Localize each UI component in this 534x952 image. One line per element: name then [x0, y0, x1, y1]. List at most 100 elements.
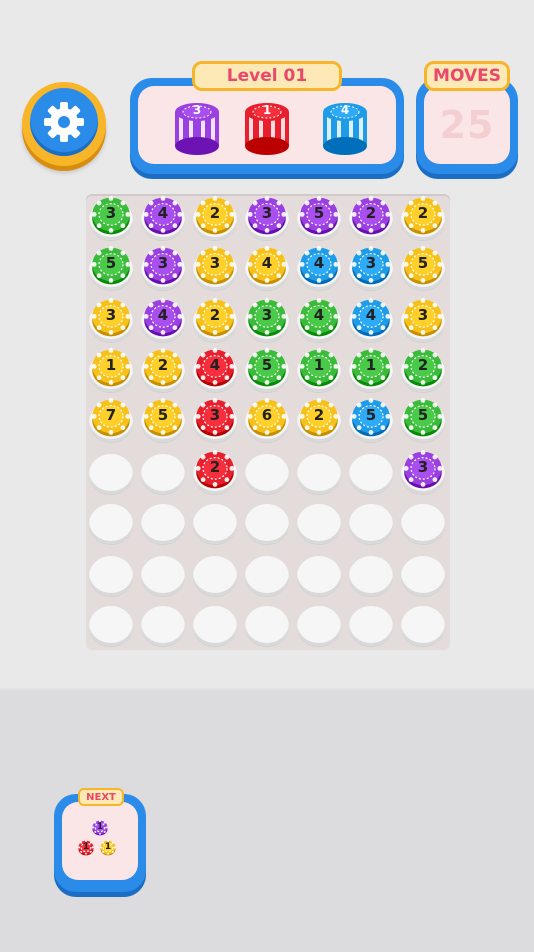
chip[interactable]: 4	[143, 298, 183, 338]
board-slot[interactable]	[89, 454, 133, 494]
board-slot[interactable]	[297, 556, 341, 596]
board-slot[interactable]	[89, 556, 133, 596]
chip[interactable]: 2	[195, 450, 235, 490]
moves-title: MOVES	[424, 61, 510, 91]
chip[interactable]: 4	[299, 246, 339, 286]
chip-value: 3	[157, 254, 169, 272]
board-slot[interactable]	[245, 454, 289, 494]
chip-value: 2	[417, 356, 429, 374]
board-slot[interactable]	[245, 606, 289, 646]
board-slot[interactable]	[141, 454, 185, 494]
chip[interactable]: 5	[299, 196, 339, 236]
next-piece-panel[interactable]: 1 1 1	[54, 794, 146, 892]
chip-value: 2	[209, 204, 221, 222]
chip-value: 3	[209, 254, 221, 272]
target-stack-2: 1	[244, 100, 290, 155]
chip-value: 3	[417, 306, 429, 324]
chip[interactable]: 5	[91, 246, 131, 286]
chip[interactable]: 1	[91, 348, 131, 388]
next-chip-value: 1	[96, 822, 104, 832]
chip[interactable]: 5	[247, 348, 287, 388]
chip[interactable]: 3	[403, 450, 443, 490]
chip-value: 3	[105, 306, 117, 324]
chip[interactable]: 3	[195, 398, 235, 438]
chip[interactable]: 4	[299, 298, 339, 338]
board-slot[interactable]	[141, 606, 185, 646]
board-slot[interactable]	[297, 504, 341, 544]
chip[interactable]: 4	[143, 196, 183, 236]
chip[interactable]: 5	[143, 398, 183, 438]
chip[interactable]: 5	[403, 246, 443, 286]
chip[interactable]: 3	[91, 298, 131, 338]
targets-area: 3 1 4	[138, 86, 396, 164]
board-slot[interactable]	[401, 504, 445, 544]
chip[interactable]: 2	[195, 298, 235, 338]
board-slot[interactable]	[245, 556, 289, 596]
chip[interactable]: 3	[247, 298, 287, 338]
chip[interactable]: 3	[403, 298, 443, 338]
settings-button[interactable]	[22, 82, 106, 166]
chip[interactable]: 7	[91, 398, 131, 438]
board-slot[interactable]	[401, 556, 445, 596]
chip-value: 3	[261, 204, 273, 222]
level-title: Level 01	[192, 61, 342, 91]
chip[interactable]: 1	[299, 348, 339, 388]
gear-icon	[44, 102, 84, 142]
board-slot[interactable]	[89, 606, 133, 646]
chip-value: 4	[157, 204, 169, 222]
board-slot[interactable]	[297, 454, 341, 494]
chip[interactable]: 4	[195, 348, 235, 388]
chip[interactable]: 3	[351, 246, 391, 286]
chip[interactable]: 2	[299, 398, 339, 438]
chip[interactable]: 2	[403, 348, 443, 388]
chip-value: 1	[105, 356, 117, 374]
chip-value: 2	[365, 204, 377, 222]
chip[interactable]: 2	[403, 196, 443, 236]
chip[interactable]: 3	[91, 196, 131, 236]
chip[interactable]: 5	[403, 398, 443, 438]
chip[interactable]: 1	[351, 348, 391, 388]
board-slot[interactable]	[349, 556, 393, 596]
chip-value: 2	[157, 356, 169, 374]
chip-value: 1	[313, 356, 325, 374]
board-slot[interactable]	[141, 556, 185, 596]
chip[interactable]: 2	[195, 196, 235, 236]
moves-counter: 25	[439, 103, 495, 147]
chip-value: 5	[261, 356, 273, 374]
chip[interactable]: 4	[247, 246, 287, 286]
chip-value: 3	[261, 306, 273, 324]
chip[interactable]: 4	[351, 298, 391, 338]
chip[interactable]: 2	[351, 196, 391, 236]
chip[interactable]: 5	[351, 398, 391, 438]
board-slot[interactable]	[141, 504, 185, 544]
board-slot[interactable]	[193, 606, 237, 646]
chip-value: 3	[365, 254, 377, 272]
chip[interactable]: 3	[143, 246, 183, 286]
level-targets-panel: 3 1 4	[130, 78, 404, 174]
target-stack-3: 4	[322, 100, 368, 155]
moves-panel: 25	[416, 78, 518, 174]
target-value: 3	[192, 103, 202, 117]
board-slot[interactable]	[193, 504, 237, 544]
chip-value: 7	[105, 406, 117, 424]
board-slot[interactable]	[297, 606, 341, 646]
chip-value: 3	[417, 458, 429, 476]
board-slot[interactable]	[349, 606, 393, 646]
board-slot[interactable]	[193, 556, 237, 596]
board-slot[interactable]	[349, 454, 393, 494]
next-chip-value: 1	[82, 842, 90, 852]
chip[interactable]: 3	[247, 196, 287, 236]
board-slot[interactable]	[349, 504, 393, 544]
next-piece-preview[interactable]: 1 1 1	[62, 802, 138, 880]
chip-value: 3	[209, 406, 221, 424]
board-slot[interactable]	[245, 504, 289, 544]
chip[interactable]: 3	[195, 246, 235, 286]
chip-value: 5	[313, 204, 325, 222]
chip[interactable]: 2	[143, 348, 183, 388]
chip-value: 6	[261, 406, 273, 424]
chip[interactable]: 6	[247, 398, 287, 438]
board-slot[interactable]	[401, 606, 445, 646]
chip-value: 5	[417, 254, 429, 272]
board-slot[interactable]	[89, 504, 133, 544]
chip-value: 5	[105, 254, 117, 272]
